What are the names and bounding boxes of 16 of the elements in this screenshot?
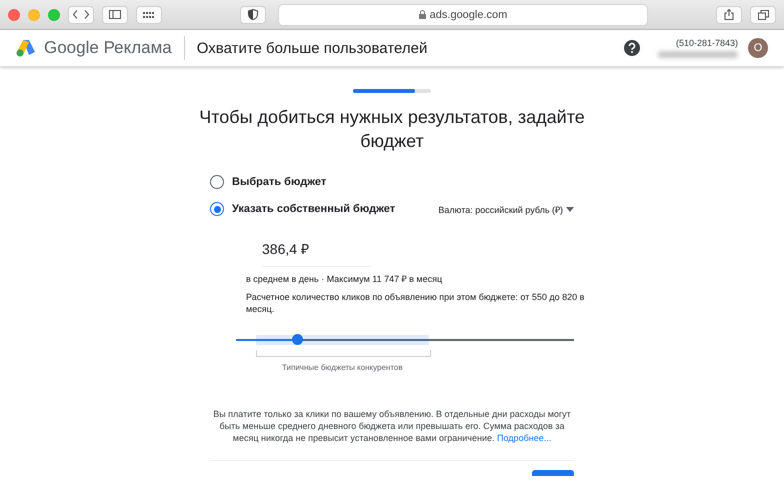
learn-more-link[interactable]: Подробнее... (497, 433, 552, 443)
account-avatar[interactable]: O (748, 38, 768, 58)
option-label[interactable]: Указать собственный бюджет (232, 203, 396, 215)
account-phone: (510-281-7843) (676, 38, 738, 48)
heading: Чтобы добиться нужных результатов, задайте бюджет (198, 106, 586, 153)
option-label[interactable]: Выбрать бюджет (232, 176, 326, 188)
click-estimate: Расчетное количество кликов по объявлению при этом бюджете: от 550 до 820 в месяц. (246, 291, 586, 315)
currency-select[interactable]: Валюта: российский рубль (₽) (438, 202, 574, 216)
budget-summary: в среднем в день · Максимум 11 747 ₽ в месяц (246, 273, 444, 285)
range-label: Типичные бюджеты конкурентов (282, 363, 404, 372)
billing-note: Вы платите только за клики по вашему объявлению. В отдельные дни расходы могут быть меньше среднего дневного бюджета или превышать его. Сумма расходов за месяц никогда не превысит установленное вами ограничение. Подробнее... (212, 408, 572, 444)
address-bar[interactable]: ads.google.com (278, 4, 648, 26)
brand-name: Google Реклама (44, 38, 172, 58)
budget-amount[interactable]: 386,4 ₽ (262, 239, 372, 267)
page-title: Охватите больше пользователей (196, 40, 428, 56)
url-text: ads.google.com (430, 8, 508, 20)
